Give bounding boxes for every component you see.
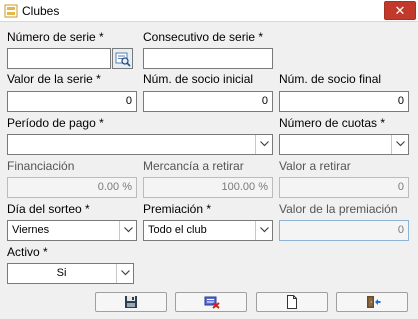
dropdown-arrow[interactable] (116, 264, 133, 283)
chevron-down-icon (396, 141, 405, 147)
clear-icon (204, 296, 220, 309)
valor-serie-label: Valor de la serie * (7, 72, 101, 86)
dia-sorteo-select[interactable]: Viernes (7, 220, 137, 241)
title-bar: Clubes ✕ (0, 0, 418, 22)
dia-sorteo-value: Viernes (12, 224, 50, 236)
chevron-down-icon (121, 270, 130, 276)
valor-retirar-input: 0 (279, 177, 409, 198)
premiacion-value: Todo el club (148, 224, 207, 236)
socio-final-label: Núm. de socio final (279, 72, 382, 86)
exit-button[interactable] (336, 292, 408, 312)
socio-inicial-input[interactable]: 0 (143, 91, 273, 112)
exit-icon (367, 296, 381, 308)
app-icon (4, 4, 18, 18)
periodo-pago-select[interactable] (7, 134, 273, 155)
save-button[interactable] (95, 292, 167, 312)
chevron-down-icon (124, 227, 133, 233)
dropdown-arrow[interactable] (255, 135, 272, 154)
premiacion-label: Premiación * (143, 202, 212, 216)
numero-serie-input[interactable] (7, 48, 111, 69)
search-icon (115, 52, 131, 67)
search-button[interactable] (112, 48, 133, 69)
window-title: Clubes (22, 4, 60, 18)
valor-retirar-label: Valor a retirar (279, 159, 351, 173)
consecutivo-serie-input[interactable] (143, 48, 273, 69)
activo-value: Si (56, 267, 67, 279)
mercancia-retirar-label: Mercancía a retirar (143, 159, 244, 173)
chevron-down-icon (260, 227, 269, 233)
socio-inicial-label: Núm. de socio inicial (143, 72, 254, 86)
close-button[interactable]: ✕ (384, 1, 416, 20)
periodo-pago-label: Período de pago * (7, 116, 104, 130)
close-icon: ✕ (394, 3, 406, 18)
premiacion-select[interactable]: Todo el club (143, 220, 273, 241)
numero-cuotas-label: Número de cuotas * (279, 116, 386, 130)
numero-cuotas-select[interactable] (279, 134, 409, 155)
clubes-window: Clubes ✕ Número de serie * Consecutivo d… (0, 0, 418, 319)
socio-final-input[interactable]: 0 (279, 91, 409, 112)
numero-serie-label: Número de serie * (7, 30, 104, 44)
activo-select[interactable]: Si (7, 263, 134, 284)
mercancia-retirar-input: 100.00 % (143, 177, 273, 198)
financiacion-label: Financiación (7, 159, 75, 173)
dropdown-arrow[interactable] (391, 135, 408, 154)
new-document-icon (287, 295, 297, 309)
valor-premiacion-input: 0 (279, 220, 409, 241)
dropdown-arrow[interactable] (119, 221, 136, 240)
chevron-down-icon (260, 141, 269, 147)
valor-serie-input[interactable]: 0 (7, 91, 137, 112)
activo-label: Activo * (7, 245, 48, 259)
new-document-button[interactable] (256, 292, 328, 312)
dia-sorteo-label: Día del sorteo * (7, 202, 90, 216)
valor-premiacion-label: Valor de la premiación (279, 202, 398, 216)
consecutivo-serie-label: Consecutivo de serie * (143, 30, 264, 44)
dropdown-arrow[interactable] (255, 221, 272, 240)
clear-button[interactable] (175, 292, 247, 312)
save-icon (125, 296, 137, 308)
financiacion-input: 0.00 % (7, 177, 137, 198)
